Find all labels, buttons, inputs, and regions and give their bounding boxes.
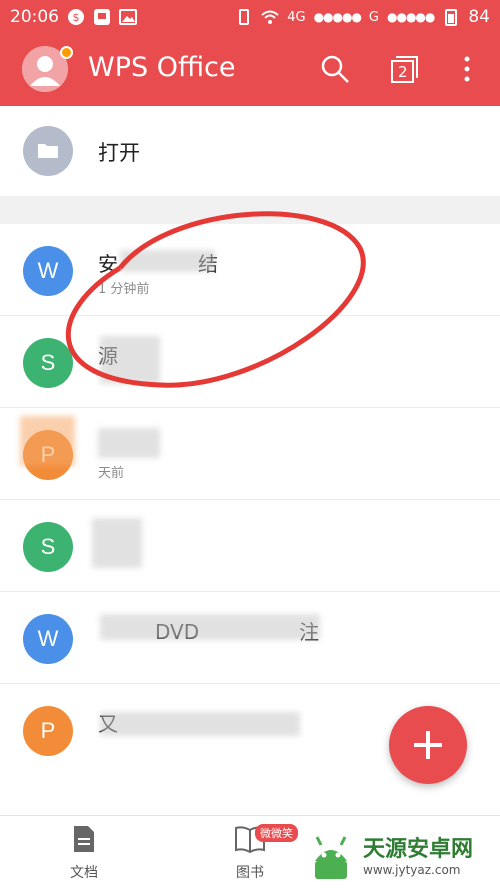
- document-time: 1 分钟前: [98, 282, 150, 297]
- search-icon[interactable]: [320, 54, 350, 84]
- document-row[interactable]: S 源: [0, 316, 500, 408]
- open-file-row[interactable]: 打开: [0, 106, 500, 196]
- writer-doc-icon: W: [23, 614, 73, 664]
- battery-level: 84: [468, 7, 490, 27]
- tab-books-label: 图书: [236, 865, 264, 881]
- folder-button: [23, 126, 73, 176]
- app-notification-icon: [94, 9, 110, 25]
- plus-icon: [414, 731, 442, 759]
- presentation-doc-icon: P: [23, 706, 73, 756]
- notification-icon: $: [68, 9, 84, 25]
- app-bar: WPS Office 2: [0, 34, 500, 106]
- image-icon: [119, 9, 137, 25]
- writer-doc-icon: W: [23, 246, 73, 296]
- svg-text:$: $: [73, 11, 80, 24]
- watermark: 天源安卓网 www.jytyaz.com: [305, 828, 500, 886]
- notification-dot: [60, 46, 73, 59]
- tab-documents[interactable]: 文档: [44, 824, 124, 882]
- document-icon: [74, 826, 94, 852]
- wifi-icon: [261, 10, 279, 24]
- document-row[interactable]: S: [0, 500, 500, 592]
- spreadsheet-doc-icon: S: [23, 522, 73, 572]
- books-badge: 微微笑: [255, 824, 298, 842]
- signal-strength-1: ●●●●●: [313, 10, 362, 24]
- document-row[interactable]: W DVD 注: [0, 592, 500, 684]
- app-title: WPS Office: [88, 52, 236, 83]
- open-label: 打开: [98, 141, 140, 165]
- window-switcher-button[interactable]: 2: [390, 54, 420, 84]
- more-options-icon[interactable]: [452, 54, 482, 84]
- folder-icon: [38, 144, 58, 158]
- section-divider: [0, 196, 500, 224]
- android-logo-icon: [315, 836, 347, 879]
- network-type-label: 4G: [287, 9, 306, 25]
- status-time: 20:06: [10, 7, 59, 27]
- add-document-button[interactable]: [389, 706, 467, 784]
- signal-strength-2: ●●●●●: [387, 10, 435, 24]
- status-bar: 20:06 $ 4G ●●●●● G ●●●●● 84: [0, 0, 500, 34]
- watermark-url: www.jytyaz.com: [363, 863, 461, 877]
- battery-icon: [445, 9, 458, 26]
- document-row[interactable]: P 天前: [0, 408, 500, 500]
- network-type-label-2: G: [368, 9, 379, 25]
- window-count: 2: [398, 63, 408, 81]
- watermark-name: 天源安卓网: [363, 837, 474, 862]
- recent-documents-list: W 安 结 1 分钟前 S 源 P 天前 S W DVD 注 P 又: [0, 224, 500, 776]
- spreadsheet-doc-icon: S: [23, 338, 73, 388]
- tab-documents-label: 文档: [70, 865, 98, 881]
- document-row[interactable]: W 安 结 1 分钟前: [0, 224, 500, 316]
- document-time: 天前: [98, 466, 125, 481]
- vibrate-icon: [239, 9, 250, 25]
